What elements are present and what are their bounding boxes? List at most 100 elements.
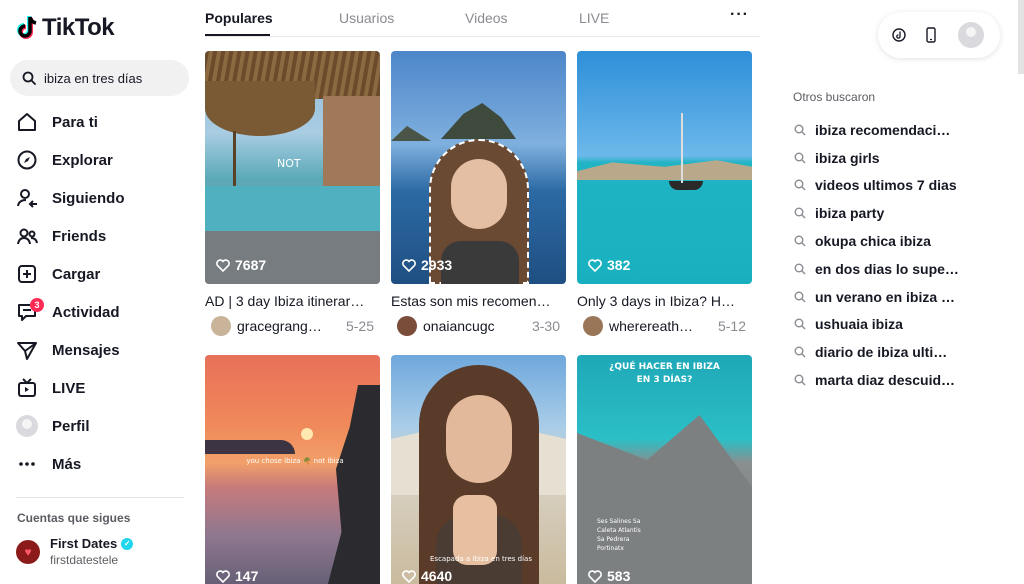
heart-icon <box>588 569 602 583</box>
video-thumbnail[interactable]: 382 <box>577 51 752 284</box>
author-avatar[interactable] <box>211 316 231 336</box>
heart-icon <box>216 569 230 583</box>
video-thumbnail[interactable]: NOT 7687 <box>205 51 380 284</box>
suggestion-item[interactable]: okupa chica ibiza <box>794 227 969 255</box>
sidebar: TikTok ibiza en tres días Para ti Explor… <box>0 0 198 584</box>
tab-populares[interactable]: Populares <box>205 10 273 26</box>
suggestion-item[interactable]: videos ultimos 7 dias <box>794 172 969 200</box>
phone-icon[interactable] <box>924 27 938 43</box>
account-name: First Dates <box>50 536 118 551</box>
profile-avatar <box>16 415 38 437</box>
suggestion-item[interactable]: ushuaia ibiza <box>794 311 969 339</box>
nav-item-explorar[interactable]: Explorar <box>16 141 188 179</box>
nav-item-mas[interactable]: Más <box>16 445 188 483</box>
suggestion-item[interactable]: diario de ibiza ulti… <box>794 338 969 366</box>
video-overlay-text: you chose ibiza 🌴 not ibiza <box>246 457 344 465</box>
heart-icon <box>216 258 230 272</box>
nav-item-para-ti[interactable]: Para ti <box>16 103 188 141</box>
like-count: 7687 <box>216 257 266 273</box>
nav-label: Friends <box>52 227 107 245</box>
search-icon <box>794 263 806 275</box>
tab-videos[interactable]: Videos <box>465 10 508 26</box>
suggestion-text: diario de ibiza ulti… <box>815 344 948 361</box>
search-icon <box>794 235 806 247</box>
video-caption[interactable]: Only 3 days in Ibiza? H… <box>577 293 749 309</box>
video-card[interactable]: 2933 Estas son mis recomen… onaiancugc 3… <box>391 51 566 336</box>
video-caption[interactable]: AD | 3 day Ibiza itinerar… <box>205 293 377 309</box>
nav-label: Siguiendo <box>52 189 125 207</box>
video-card[interactable]: NOT 7687 AD | 3 day Ibiza itinerar… grac… <box>205 51 380 336</box>
more-icon <box>16 453 38 475</box>
search-tabs: Populares Usuarios Videos LIVE ··· <box>205 0 760 37</box>
author-username[interactable]: wherereath… <box>609 318 714 334</box>
like-count-value: 7687 <box>235 257 267 273</box>
messages-icon <box>16 339 38 361</box>
header-actions <box>878 12 1000 58</box>
upload-icon <box>16 263 38 285</box>
suggestions-title: Otros buscaron <box>793 90 876 104</box>
home-icon <box>16 111 38 133</box>
like-count: 147 <box>216 568 258 584</box>
suggestion-item[interactable]: marta diaz descuid… <box>794 366 969 394</box>
search-icon <box>22 71 36 85</box>
nav-item-actividad[interactable]: 3 Actividad <box>16 293 188 331</box>
video-meta: gracegrang… 5-25 <box>205 316 380 336</box>
author-username[interactable]: onaiancugc <box>423 318 528 334</box>
video-thumbnail[interactable]: you chose ibiza 🌴 not ibiza 147 <box>205 355 380 584</box>
friends-icon <box>16 225 38 247</box>
video-caption[interactable]: Estas son mis recomen… <box>391 293 563 309</box>
nav-item-live[interactable]: LIVE <box>16 369 188 407</box>
search-icon <box>794 179 806 191</box>
like-count: 2933 <box>402 257 452 273</box>
suggestion-item[interactable]: ibiza recomendaci… <box>794 116 969 144</box>
nav-item-siguiendo[interactable]: Siguiendo <box>16 179 188 217</box>
video-card[interactable]: ¿QUÉ HACER EN IBIZA EN 3 DÍAS? Ses Salin… <box>577 355 752 584</box>
more-options-icon[interactable]: ··· <box>730 6 749 24</box>
page-scrollbar[interactable] <box>1018 0 1024 74</box>
tiktok-coin-icon[interactable] <box>892 27 906 43</box>
video-card[interactable]: you chose ibiza 🌴 not ibiza 147 <box>205 355 380 584</box>
author-avatar[interactable] <box>397 316 417 336</box>
sidebar-divider <box>16 497 184 498</box>
video-title-overlay: ¿QUÉ HACER EN IBIZA EN 3 DÍAS? <box>609 362 720 385</box>
nav-item-perfil[interactable]: Perfil <box>16 407 188 445</box>
video-thumbnail[interactable]: 2933 <box>391 51 566 284</box>
like-count-value: 2933 <box>421 257 453 273</box>
suggestion-item[interactable]: ibiza party <box>794 199 969 227</box>
search-icon <box>794 291 806 303</box>
video-thumbnail[interactable]: Escapada a Ibiza en tres días 4640 <box>391 355 566 584</box>
author-avatar[interactable] <box>583 316 603 336</box>
nav-item-cargar[interactable]: Cargar <box>16 255 188 293</box>
video-date: 5-25 <box>345 318 374 334</box>
suggestion-item[interactable]: un verano en ibiza … <box>794 283 969 311</box>
video-meta: onaiancugc 3-30 <box>391 316 566 336</box>
video-card[interactable]: 382 Only 3 days in Ibiza? H… wherereath…… <box>577 51 752 336</box>
search-bar[interactable]: ibiza en tres días <box>10 60 189 96</box>
nav-label: LIVE <box>52 379 86 397</box>
suggestion-item[interactable]: en dos dias lo supe… <box>794 255 969 283</box>
video-date: 3-30 <box>531 318 560 334</box>
suggestion-text: videos ultimos 7 dias <box>815 177 957 194</box>
like-count-value: 147 <box>235 568 259 584</box>
suggestion-item[interactable]: ibiza girls <box>794 144 969 172</box>
like-count: 382 <box>588 257 630 273</box>
tab-live[interactable]: LIVE <box>579 10 609 26</box>
tab-usuarios[interactable]: Usuarios <box>339 10 394 26</box>
like-count: 4640 <box>402 568 452 584</box>
followed-account[interactable]: ♥ First Dates ✓ firstdatestele <box>16 536 134 567</box>
nav-item-friends[interactable]: Friends <box>16 217 188 255</box>
search-input[interactable]: ibiza en tres días <box>44 71 142 86</box>
nav-label: Explorar <box>52 151 113 169</box>
author-username[interactable]: gracegrang… <box>237 318 342 334</box>
like-count-value: 4640 <box>421 568 453 584</box>
tiktok-note-icon <box>17 16 37 39</box>
like-count-value: 583 <box>607 568 631 584</box>
search-icon <box>794 318 806 330</box>
video-thumbnail[interactable]: ¿QUÉ HACER EN IBIZA EN 3 DÍAS? Ses Salin… <box>577 355 752 584</box>
user-avatar[interactable] <box>958 22 984 48</box>
person-face <box>451 159 507 229</box>
nav-label: Más <box>52 455 82 473</box>
nav-item-mensajes[interactable]: Mensajes <box>16 331 188 369</box>
tiktok-logo[interactable]: TikTok <box>16 14 115 42</box>
video-card[interactable]: Escapada a Ibiza en tres días 4640 <box>391 355 566 584</box>
